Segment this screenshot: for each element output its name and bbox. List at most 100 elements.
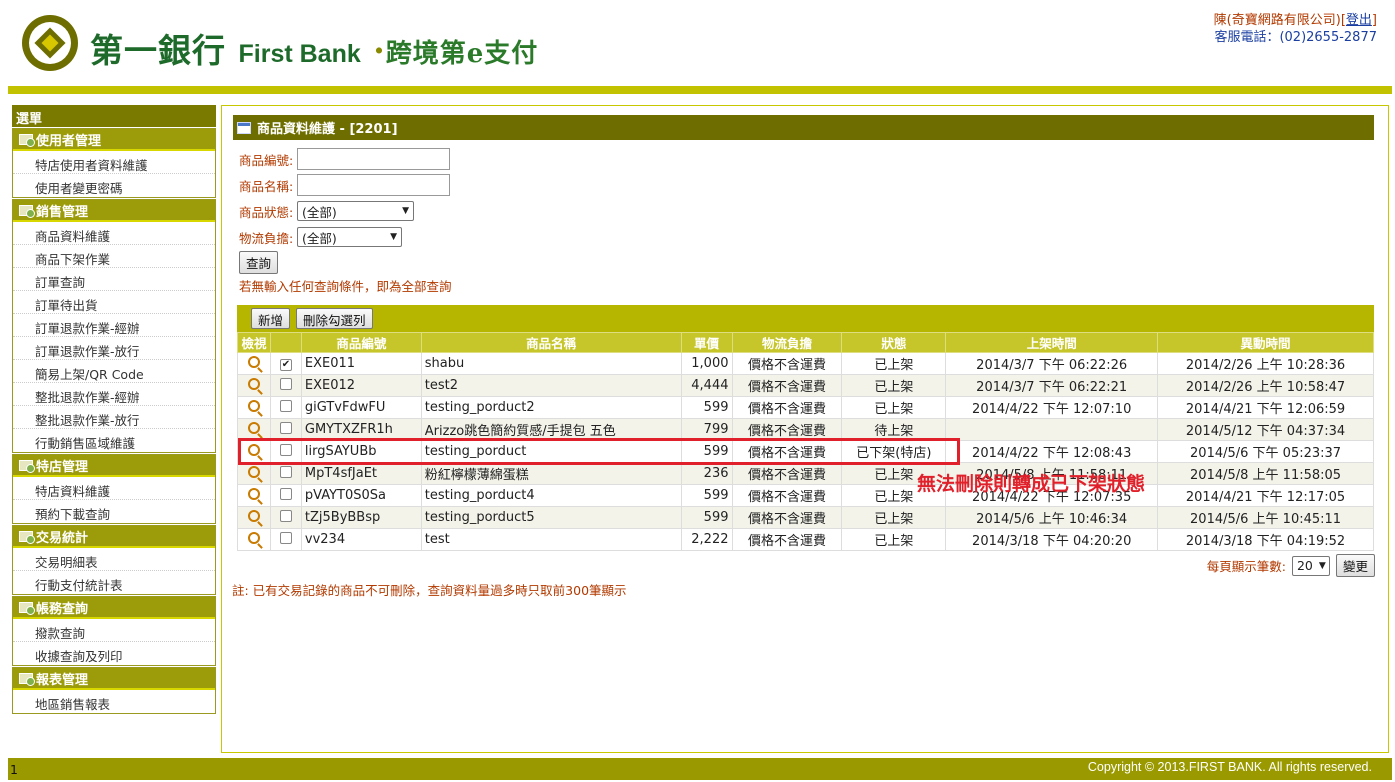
header: 第一銀行 First Bank ·跨境第e支付 陳(奇寶網路有限公司)[登出] … xyxy=(0,0,1395,86)
sidebar-menu-item[interactable]: 行動支付統計表 xyxy=(13,571,215,594)
table-row: ✔ EXE011 shabu 1,000 價格不含運費 已上架 2014/3/7 下午 06… xyxy=(237,352,1374,375)
magnifier-icon[interactable] xyxy=(247,487,260,500)
sidebar-menu-item[interactable]: 訂單查詢 xyxy=(13,268,215,291)
magnifier-icon[interactable] xyxy=(247,377,260,390)
checkbox-cell xyxy=(269,484,302,507)
sidebar-menu-item[interactable]: 收據查詢及列印 xyxy=(13,642,215,665)
add-button[interactable]: 新增 xyxy=(251,308,291,329)
delete-selected-button[interactable]: 刪除勾選列 xyxy=(296,308,373,329)
column-header: 異動時間 xyxy=(1157,332,1374,353)
panel-title: 商品資料維護 - [2201] xyxy=(257,122,398,137)
sidebar-menu-item[interactable]: 整批退款作業-放行 xyxy=(13,406,215,429)
listed-time-cell: 2014/3/7 下午 06:22:21 xyxy=(945,374,1159,397)
change-page-size-button[interactable]: 變更 xyxy=(1335,554,1375,577)
magnifier-icon[interactable] xyxy=(247,531,260,544)
row-checkbox[interactable] xyxy=(279,377,292,390)
menu-group-header[interactable]: 特店管理 xyxy=(13,455,215,477)
listed-time-cell: 2014/4/22 下午 12:07:10 xyxy=(945,396,1159,419)
column-header: 檢視 xyxy=(237,332,271,353)
menu-group: 使用者管理特店使用者資料維護 使用者變更密碼 xyxy=(12,128,216,198)
sidebar-menu-item[interactable]: 交易明細表 xyxy=(13,548,215,571)
sidebar-menu-item[interactable]: 特店使用者資料維護 xyxy=(13,151,215,174)
sidebar-menu-item[interactable]: 地區銷售報表 xyxy=(13,690,215,713)
row-checkbox[interactable]: ✔ xyxy=(279,359,292,371)
shipping-cell: 價格不含運費 xyxy=(731,352,843,375)
column-header: 狀態 xyxy=(841,332,947,353)
sidebar-menu-item[interactable]: 訂單待出貨 xyxy=(13,291,215,314)
product-id-label: 商品編號: xyxy=(239,152,294,168)
row-checkbox[interactable] xyxy=(279,421,292,434)
sidebar-menu-item[interactable]: 訂單退款作業-經辦 xyxy=(13,314,215,337)
magnifier-icon[interactable] xyxy=(247,509,260,522)
product-id-cell: EXE011 xyxy=(300,352,422,375)
checkbox-cell: ✔ xyxy=(269,352,302,375)
menu-group-header[interactable]: 報表管理 xyxy=(13,668,215,690)
search-form: 商品編號: 商品名稱: 商品狀態: (全部) ▼ 物流負擔: (全部) ▼ 查詢 若… xyxy=(239,146,452,295)
table-toolbar: 新增 刪除勾選列 xyxy=(237,305,1374,332)
magnifier-icon[interactable] xyxy=(247,399,260,412)
sidebar-menu-item[interactable]: 整批退款作業-經辦 xyxy=(13,383,215,406)
menu-group-header[interactable]: 交易統計 xyxy=(13,526,215,548)
shipping-cell: 價格不含運費 xyxy=(731,374,843,397)
magnifier-icon[interactable] xyxy=(247,421,260,434)
menu-group-title: 使用者管理 xyxy=(36,133,102,149)
checkbox-cell xyxy=(269,462,302,485)
sidebar-menu-item[interactable]: 預約下載查詢 xyxy=(13,500,215,523)
chevron-down-icon: ▼ xyxy=(390,232,397,242)
row-checkbox[interactable] xyxy=(279,399,292,412)
product-name-input[interactable] xyxy=(297,174,450,196)
sidebar-menu-item[interactable]: 簡易上架/QR Code xyxy=(13,360,215,383)
brand-separator: · xyxy=(373,31,386,70)
magnifier-icon[interactable] xyxy=(247,465,260,478)
shipping-label: 物流負擔: xyxy=(239,230,294,246)
folder-icon xyxy=(19,530,35,544)
status-cell: 已上架 xyxy=(841,396,947,419)
column-header: 物流負擔 xyxy=(731,332,843,353)
menu-group-header[interactable]: 使用者管理 xyxy=(13,129,215,151)
price-cell: 236 xyxy=(680,462,733,485)
sidebar-menu-item[interactable]: 訂單退款作業-放行 xyxy=(13,337,215,360)
service-phone: 客服電話：(02)2655-2877 xyxy=(1214,30,1377,45)
status-select[interactable]: (全部) ▼ xyxy=(297,201,414,221)
sidebar-menu-item[interactable]: 商品下架作業 xyxy=(13,245,215,268)
status-cell: 已上架 xyxy=(841,352,947,375)
row-checkbox[interactable] xyxy=(279,531,292,544)
sidebar-menu-item[interactable]: 特店資料維護 xyxy=(13,477,215,500)
logout-link[interactable]: 登出 xyxy=(1346,13,1372,28)
row-checkbox[interactable] xyxy=(279,465,292,478)
table-row: giGTvFdwFU testing_porduct2 599 價格不含運費 已上架 20… xyxy=(237,396,1374,419)
query-button[interactable]: 查詢 xyxy=(239,250,279,274)
price-cell: 599 xyxy=(680,396,733,419)
view-cell xyxy=(237,396,271,419)
checkbox-cell xyxy=(269,396,302,419)
header-divider xyxy=(8,86,1392,94)
page-size-select[interactable]: 20 ▼ xyxy=(1291,555,1330,576)
shipping-cell: 價格不含運費 xyxy=(731,396,843,419)
menu-group-title: 銷售管理 xyxy=(36,204,89,220)
modified-time-cell: 2014/5/8 上午 11:58:05 xyxy=(1157,462,1374,485)
menu-group-header[interactable]: 帳務查詢 xyxy=(13,597,215,619)
status-cell: 已上架 xyxy=(841,374,947,397)
sidebar-menu-item[interactable]: 商品資料維護 xyxy=(13,222,215,245)
sidebar-menu-item[interactable]: 行動銷售區域維護 xyxy=(13,429,215,452)
menu-group-title: 特店管理 xyxy=(36,459,89,475)
row-checkbox[interactable] xyxy=(279,509,292,522)
view-cell xyxy=(237,528,271,551)
product-id-input[interactable] xyxy=(297,148,450,170)
modified-time-cell: 2014/3/18 下午 04:19:52 xyxy=(1157,528,1374,551)
brand-sub: 跨境第e支付 xyxy=(385,39,539,69)
folder-icon xyxy=(19,601,35,615)
table-note: 註: 已有交易記錄的商品不可刪除，查詢資料量過多時只取前300筆顯示 xyxy=(232,583,627,598)
shipping-select[interactable]: (全部) ▼ xyxy=(297,227,402,247)
row-checkbox[interactable] xyxy=(279,487,292,500)
product-id-cell: giGTvFdwFU xyxy=(300,396,422,419)
column-header xyxy=(269,332,302,353)
product-name-cell: test2 xyxy=(420,374,682,397)
menu-group-header[interactable]: 銷售管理 xyxy=(13,200,215,222)
sidebar-menu-item[interactable]: 使用者變更密碼 xyxy=(13,174,215,197)
view-cell xyxy=(237,462,271,485)
status-cell: 已上架 xyxy=(841,506,947,529)
magnifier-icon[interactable] xyxy=(247,355,260,368)
product-id-cell: vv234 xyxy=(300,528,422,551)
sidebar-menu-item[interactable]: 撥款查詢 xyxy=(13,619,215,642)
